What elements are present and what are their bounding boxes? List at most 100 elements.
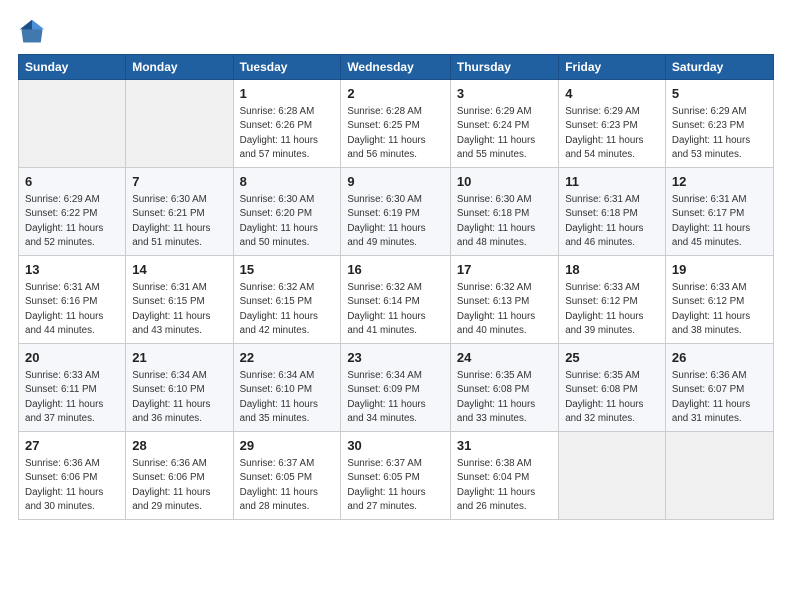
day-info: Sunrise: 6:32 AM Sunset: 6:13 PM Dayligh… <box>457 281 552 338</box>
day-number: 9 <box>347 173 444 191</box>
calendar-cell: 17 Sunrise: 6:32 AM Sunset: 6:13 PM Dayli… <box>450 256 558 344</box>
day-info: Sunrise: 6:30 AM Sunset: 6:19 PM Dayligh… <box>347 193 444 250</box>
day-number: 4 <box>565 85 659 103</box>
calendar-cell: 1 Sunrise: 6:28 AM Sunset: 6:26 PM Daylig… <box>233 80 341 168</box>
calendar-cell: 30Sunrise: 6:37 AM Sunset: 6:05 PM Dayli… <box>341 432 451 520</box>
calendar-cell <box>665 432 773 520</box>
day-number: 24 <box>457 349 552 367</box>
calendar-cell: 2 Sunrise: 6:28 AM Sunset: 6:25 PM Daylig… <box>341 80 451 168</box>
calendar-cell: 15 Sunrise: 6:32 AM Sunset: 6:15 PM Dayli… <box>233 256 341 344</box>
day-info: Sunrise: 6:33 AM Sunset: 6:12 PM Dayligh… <box>672 281 767 338</box>
calendar-cell: 29 Sunrise: 6:37 AM Sunset: 6:05 PM Dayli… <box>233 432 341 520</box>
day-info: Sunrise: 6:30 AM Sunset: 6:21 PM Dayligh… <box>132 193 226 250</box>
header <box>18 18 774 46</box>
day-number: 10 <box>457 173 552 191</box>
calendar-cell: 13 Sunrise: 6:31 AM Sunset: 6:16 PM Dayli… <box>19 256 126 344</box>
day-info: Sunrise: 6:28 AM Sunset: 6:25 PM Dayligh… <box>347 105 444 162</box>
day-number: 14 <box>132 261 226 279</box>
weekday-header-thursday: Thursday <box>450 55 558 80</box>
calendar-cell: 25Sunrise: 6:35 AM Sunset: 6:08 PM Dayli… <box>559 344 666 432</box>
day-number: 6 <box>25 173 119 191</box>
weekday-header-wednesday: Wednesday <box>341 55 451 80</box>
calendar-cell: 9 Sunrise: 6:30 AM Sunset: 6:19 PM Daylig… <box>341 168 451 256</box>
page: SundayMondayTuesdayWednesdayThursdayFrid… <box>0 0 792 612</box>
day-info: Sunrise: 6:33 AM Sunset: 6:12 PM Dayligh… <box>565 281 659 338</box>
logo-icon <box>18 18 46 46</box>
calendar-cell: 19 Sunrise: 6:33 AM Sunset: 6:12 PM Dayli… <box>665 256 773 344</box>
day-info: Sunrise: 6:29 AM Sunset: 6:22 PM Dayligh… <box>25 193 119 250</box>
day-info: Sunrise: 6:31 AM Sunset: 6:17 PM Dayligh… <box>672 193 767 250</box>
calendar-cell: 8 Sunrise: 6:30 AM Sunset: 6:20 PM Daylig… <box>233 168 341 256</box>
day-number: 29 <box>240 437 335 455</box>
day-info: Sunrise: 6:31 AM Sunset: 6:16 PM Dayligh… <box>25 281 119 338</box>
day-info: Sunrise: 6:33 AM Sunset: 6:11 PM Dayligh… <box>25 369 119 426</box>
calendar-cell: 28Sunrise: 6:36 AM Sunset: 6:06 PM Dayli… <box>126 432 233 520</box>
calendar-cell: 3 Sunrise: 6:29 AM Sunset: 6:24 PM Daylig… <box>450 80 558 168</box>
day-number: 7 <box>132 173 226 191</box>
day-number: 15 <box>240 261 335 279</box>
week-row-1: 1 Sunrise: 6:28 AM Sunset: 6:26 PM Daylig… <box>19 80 774 168</box>
calendar-cell <box>19 80 126 168</box>
calendar-cell: 23Sunrise: 6:34 AM Sunset: 6:09 PM Dayli… <box>341 344 451 432</box>
day-info: Sunrise: 6:36 AM Sunset: 6:06 PM Dayligh… <box>25 457 119 514</box>
calendar-cell: 16Sunrise: 6:32 AM Sunset: 6:14 PM Dayli… <box>341 256 451 344</box>
calendar-cell: 22Sunrise: 6:34 AM Sunset: 6:10 PM Dayli… <box>233 344 341 432</box>
weekday-header-row: SundayMondayTuesdayWednesdayThursdayFrid… <box>19 55 774 80</box>
calendar-header: SundayMondayTuesdayWednesdayThursdayFrid… <box>19 55 774 80</box>
calendar-cell: 27 Sunrise: 6:36 AM Sunset: 6:06 PM Dayli… <box>19 432 126 520</box>
day-number: 8 <box>240 173 335 191</box>
day-info: Sunrise: 6:32 AM Sunset: 6:15 PM Dayligh… <box>240 281 335 338</box>
calendar-cell: 24 Sunrise: 6:35 AM Sunset: 6:08 PM Dayli… <box>450 344 558 432</box>
day-number: 11 <box>565 173 659 191</box>
day-info: Sunrise: 6:36 AM Sunset: 6:07 PM Dayligh… <box>672 369 767 426</box>
day-number: 19 <box>672 261 767 279</box>
calendar-cell <box>559 432 666 520</box>
day-number: 23 <box>347 349 444 367</box>
calendar-cell: 31Sunrise: 6:38 AM Sunset: 6:04 PM Dayli… <box>450 432 558 520</box>
weekday-header-saturday: Saturday <box>665 55 773 80</box>
weekday-header-monday: Monday <box>126 55 233 80</box>
day-number: 26 <box>672 349 767 367</box>
day-info: Sunrise: 6:34 AM Sunset: 6:10 PM Dayligh… <box>132 369 226 426</box>
day-number: 5 <box>672 85 767 103</box>
day-info: Sunrise: 6:37 AM Sunset: 6:05 PM Dayligh… <box>240 457 335 514</box>
calendar-cell: 11 Sunrise: 6:31 AM Sunset: 6:18 PM Dayli… <box>559 168 666 256</box>
weekday-header-tuesday: Tuesday <box>233 55 341 80</box>
day-number: 12 <box>672 173 767 191</box>
day-number: 17 <box>457 261 552 279</box>
day-number: 27 <box>25 437 119 455</box>
day-number: 21 <box>132 349 226 367</box>
calendar-cell: 20 Sunrise: 6:33 AM Sunset: 6:11 PM Dayli… <box>19 344 126 432</box>
calendar-cell: 6 Sunrise: 6:29 AM Sunset: 6:22 PM Daylig… <box>19 168 126 256</box>
day-number: 18 <box>565 261 659 279</box>
day-number: 3 <box>457 85 552 103</box>
calendar-cell: 10Sunrise: 6:30 AM Sunset: 6:18 PM Dayli… <box>450 168 558 256</box>
day-info: Sunrise: 6:38 AM Sunset: 6:04 PM Dayligh… <box>457 457 552 514</box>
day-number: 20 <box>25 349 119 367</box>
day-number: 22 <box>240 349 335 367</box>
day-info: Sunrise: 6:35 AM Sunset: 6:08 PM Dayligh… <box>565 369 659 426</box>
calendar-cell: 18 Sunrise: 6:33 AM Sunset: 6:12 PM Dayli… <box>559 256 666 344</box>
week-row-2: 6 Sunrise: 6:29 AM Sunset: 6:22 PM Daylig… <box>19 168 774 256</box>
day-number: 1 <box>240 85 335 103</box>
week-row-4: 20 Sunrise: 6:33 AM Sunset: 6:11 PM Dayli… <box>19 344 774 432</box>
day-info: Sunrise: 6:29 AM Sunset: 6:23 PM Dayligh… <box>672 105 767 162</box>
calendar-cell: 21 Sunrise: 6:34 AM Sunset: 6:10 PM Dayli… <box>126 344 233 432</box>
calendar-cell: 5 Sunrise: 6:29 AM Sunset: 6:23 PM Daylig… <box>665 80 773 168</box>
week-row-3: 13 Sunrise: 6:31 AM Sunset: 6:16 PM Dayli… <box>19 256 774 344</box>
calendar-table: SundayMondayTuesdayWednesdayThursdayFrid… <box>18 54 774 520</box>
week-row-5: 27 Sunrise: 6:36 AM Sunset: 6:06 PM Dayli… <box>19 432 774 520</box>
day-number: 2 <box>347 85 444 103</box>
day-number: 28 <box>132 437 226 455</box>
weekday-header-sunday: Sunday <box>19 55 126 80</box>
day-info: Sunrise: 6:29 AM Sunset: 6:24 PM Dayligh… <box>457 105 552 162</box>
day-info: Sunrise: 6:31 AM Sunset: 6:18 PM Dayligh… <box>565 193 659 250</box>
day-info: Sunrise: 6:28 AM Sunset: 6:26 PM Dayligh… <box>240 105 335 162</box>
calendar-cell: 7 Sunrise: 6:30 AM Sunset: 6:21 PM Daylig… <box>126 168 233 256</box>
day-info: Sunrise: 6:35 AM Sunset: 6:08 PM Dayligh… <box>457 369 552 426</box>
calendar-cell: 12 Sunrise: 6:31 AM Sunset: 6:17 PM Dayli… <box>665 168 773 256</box>
day-info: Sunrise: 6:31 AM Sunset: 6:15 PM Dayligh… <box>132 281 226 338</box>
weekday-header-friday: Friday <box>559 55 666 80</box>
day-info: Sunrise: 6:30 AM Sunset: 6:20 PM Dayligh… <box>240 193 335 250</box>
day-number: 13 <box>25 261 119 279</box>
